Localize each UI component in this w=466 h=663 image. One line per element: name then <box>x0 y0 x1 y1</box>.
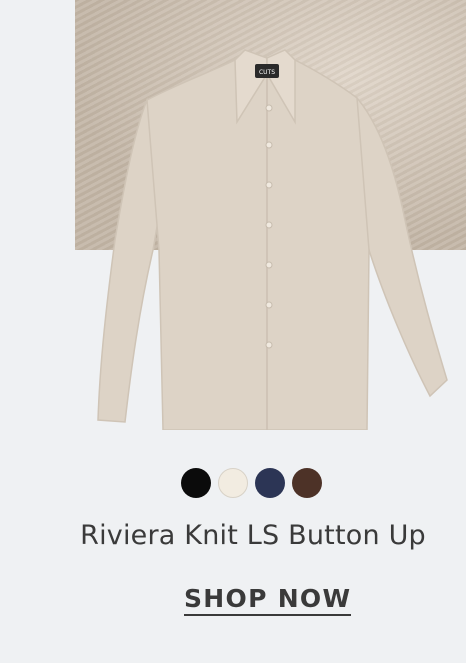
swatch-navy[interactable] <box>255 468 285 498</box>
swatch-brown[interactable] <box>292 468 322 498</box>
color-swatches <box>0 468 466 498</box>
product-card[interactable]: CUTS Riviera Knit LS Button Up SHOP NOW <box>0 0 466 663</box>
swatch-black[interactable] <box>181 468 211 498</box>
brand-label: CUTS <box>259 69 275 76</box>
swatch-cream[interactable] <box>218 468 248 498</box>
shop-now-link[interactable]: SHOP NOW <box>184 584 352 616</box>
product-image[interactable]: CUTS <box>95 40 455 430</box>
product-name[interactable]: Riviera Knit LS Button Up <box>0 520 466 551</box>
